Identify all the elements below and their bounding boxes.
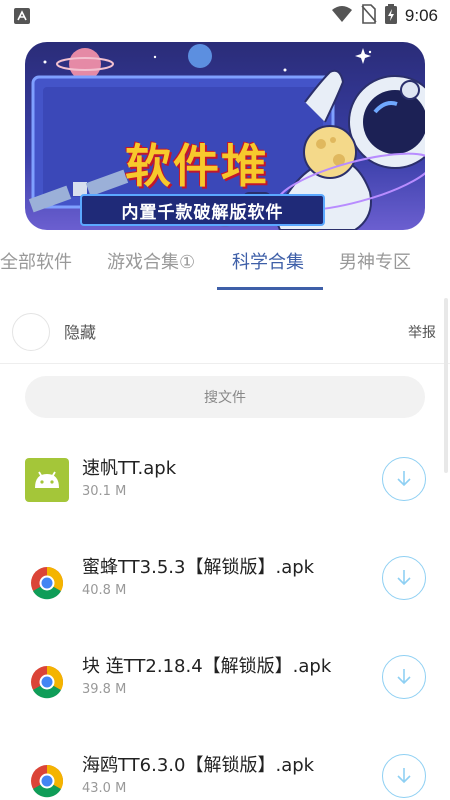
status-time: 9:06 (404, 6, 438, 25)
file-name: 速帆TT.apk (82, 458, 177, 479)
android-icon (25, 458, 69, 502)
download-button[interactable] (382, 754, 426, 798)
banner-title: 软件堆 (125, 139, 269, 193)
group-avatar[interactable] (12, 313, 50, 351)
file-size: 43.0 M (82, 781, 127, 796)
category-tabs: 全部软件 游戏合集① 科学合集 男神专区 (0, 236, 450, 290)
file-item[interactable]: 速帆TT.apk 30.1 M (0, 450, 450, 530)
tab-male-zone[interactable]: 男神专区 (339, 248, 411, 274)
file-item[interactable]: 块 连TT2.18.4【解锁版】.apk 39.8 M (0, 648, 450, 728)
chrome-icon (25, 755, 69, 799)
file-item[interactable]: 海鸥TT6.3.0【解锁版】.apk 43.0 M (0, 747, 450, 800)
download-button[interactable] (382, 556, 426, 600)
download-button[interactable] (382, 655, 426, 699)
download-icon (397, 471, 411, 487)
promo-banner[interactable]: 软件堆 内置千款破解版软件 (25, 42, 425, 230)
file-name: 蜜蜂TT3.5.3【解锁版】.apk (82, 557, 315, 578)
chrome-icon (25, 557, 69, 601)
file-size: 39.8 M (82, 682, 127, 697)
banner-subtitle-box: 内置千款破解版软件 (80, 194, 325, 226)
file-size: 40.8 M (82, 583, 127, 598)
no-sim-icon (361, 4, 377, 28)
banner-subtitle: 内置千款破解版软件 (121, 202, 284, 223)
file-item[interactable]: 蜜蜂TT3.5.3【解锁版】.apk 40.8 M (0, 549, 450, 629)
app-notification-icon (14, 8, 30, 24)
download-icon (397, 768, 411, 784)
search-input[interactable]: 搜文件 (25, 376, 425, 418)
tab-game-collection[interactable]: 游戏合集① (107, 248, 195, 274)
download-icon (397, 669, 411, 685)
group-header: 隐藏 举报 (0, 304, 450, 364)
file-name: 海鸥TT6.3.0【解锁版】.apk (82, 755, 315, 776)
scrollbar[interactable] (444, 298, 448, 473)
file-name: 块 连TT2.18.4【解锁版】.apk (82, 656, 332, 677)
wifi-icon (331, 5, 353, 27)
download-icon (397, 570, 411, 586)
tab-science-collection[interactable]: 科学合集 (232, 248, 304, 274)
status-bar: 9:06 (0, 0, 450, 32)
file-size: 30.1 M (82, 484, 127, 499)
tab-all-software[interactable]: 全部软件 (0, 248, 72, 274)
battery-charging-icon (384, 4, 397, 28)
active-tab-indicator (217, 287, 323, 290)
download-button[interactable] (382, 457, 426, 501)
chrome-icon (25, 656, 69, 700)
report-button[interactable]: 举报 (408, 322, 436, 342)
search-placeholder: 搜文件 (204, 390, 246, 406)
group-name[interactable]: 隐藏 (64, 319, 96, 343)
